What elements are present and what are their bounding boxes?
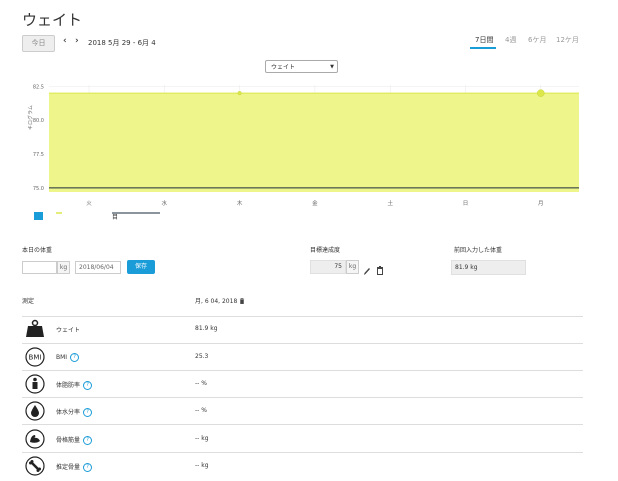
weight-chart: 82.5 80.0 77.5 75.0 火 水 木 金 土 日 月 目 <box>33 84 579 220</box>
goal-progress-label: 目標達成度 <box>310 247 341 254</box>
caret-down-icon: ▼ <box>330 64 334 70</box>
measurement-value: -- % <box>195 380 207 387</box>
weight-input[interactable] <box>22 261 57 274</box>
measurement-date: 月, 6 04, 2018 <box>195 298 238 305</box>
row-divider <box>22 452 583 453</box>
x-tick-label: 木 <box>237 199 243 207</box>
measurement-label: 推定骨量? <box>56 462 93 472</box>
x-tick-label: 火 <box>86 201 92 207</box>
tab-12-months[interactable]: 12ケ月 <box>556 35 579 45</box>
x-tick-label: 金 <box>312 199 318 207</box>
bmi-icon: BMI <box>24 346 46 368</box>
measurement-value: 81.9 kg <box>195 325 218 332</box>
trash-icon[interactable] <box>239 298 245 305</box>
row-divider <box>22 397 583 398</box>
data-point <box>537 89 545 97</box>
row-divider <box>22 343 583 344</box>
save-button[interactable]: 保存 <box>127 260 155 274</box>
x-tick-label: 水 <box>162 199 168 207</box>
weight-icon <box>24 318 46 340</box>
y-tick-label: 75.0 <box>33 186 44 192</box>
measurement-value: -- kg <box>195 435 209 442</box>
legend-label: 目 <box>112 214 118 220</box>
goal-weight-unit: kg <box>346 260 359 274</box>
measurement-label: 体脂肪率? <box>56 380 93 390</box>
help-icon[interactable]: ? <box>83 463 93 472</box>
bone-icon <box>24 455 46 477</box>
pencil-icon[interactable] <box>363 261 371 280</box>
metric-select-value: ウェイト <box>271 64 296 71</box>
y-tick-label: 80.0 <box>33 118 44 124</box>
measurement-value: -- kg <box>195 462 209 469</box>
data-point <box>237 91 242 96</box>
measurements-header-label: 測定 <box>22 298 35 305</box>
svg-text:BMI: BMI <box>29 354 42 362</box>
trash-icon[interactable] <box>376 261 384 280</box>
help-icon[interactable]: ? <box>70 353 80 362</box>
date-input[interactable]: 2018/06/04 <box>75 261 121 274</box>
help-icon[interactable]: ? <box>83 436 93 445</box>
x-tick-label: 月 <box>538 200 544 207</box>
metric-select[interactable]: ウェイト ▼ <box>265 60 338 73</box>
row-divider <box>22 424 583 425</box>
goal-weight-value[interactable]: 75 <box>310 260 346 274</box>
y-tick-label: 82.5 <box>33 84 44 90</box>
row-divider <box>22 370 583 371</box>
help-icon[interactable]: ? <box>83 408 93 417</box>
page-title: ウェイト <box>22 11 83 29</box>
chart-area-fill <box>49 93 579 192</box>
last-weight-value: 81.9 kg <box>451 260 526 275</box>
body-fat-icon <box>24 373 46 395</box>
last-weight-label: 前回入力した体重 <box>454 247 503 254</box>
active-tab-indicator <box>470 47 496 49</box>
today-weight-label: 本日の体重 <box>22 247 53 254</box>
measurement-value: -- % <box>195 407 207 414</box>
help-icon[interactable]: ? <box>83 381 93 390</box>
row-divider <box>22 316 583 317</box>
tab-6-months[interactable]: 6ケ月 <box>528 35 546 45</box>
today-button[interactable]: 今日 <box>22 35 55 52</box>
chevron-left-icon[interactable]: ‹ <box>63 36 67 46</box>
tab-7-days[interactable]: 7日間 <box>475 35 493 45</box>
chart-y-axis-label: キログラム <box>28 105 34 130</box>
measurement-label: 骨格筋量? <box>56 435 93 445</box>
measurement-label: ウェイト <box>56 327 81 334</box>
date-range-label: 2018 5月 29 - 6月 4 <box>88 39 156 47</box>
measurements-header-date: 月, 6 04, 2018 <box>195 296 245 305</box>
legend-swatch <box>34 212 43 220</box>
x-tick-label: 日 <box>463 200 469 207</box>
y-tick-label: 77.5 <box>33 152 44 158</box>
tab-4-weeks[interactable]: 4週 <box>505 35 516 45</box>
x-tick-label: 土 <box>387 199 393 207</box>
measurement-label: 体水分率? <box>56 407 93 417</box>
chevron-right-icon[interactable]: › <box>75 36 79 46</box>
water-icon <box>24 400 46 422</box>
measurement-value: 25.3 <box>195 353 209 360</box>
measurement-label: BMI? <box>56 353 80 362</box>
weight-unit: kg <box>57 261 70 274</box>
muscle-icon <box>24 428 46 450</box>
